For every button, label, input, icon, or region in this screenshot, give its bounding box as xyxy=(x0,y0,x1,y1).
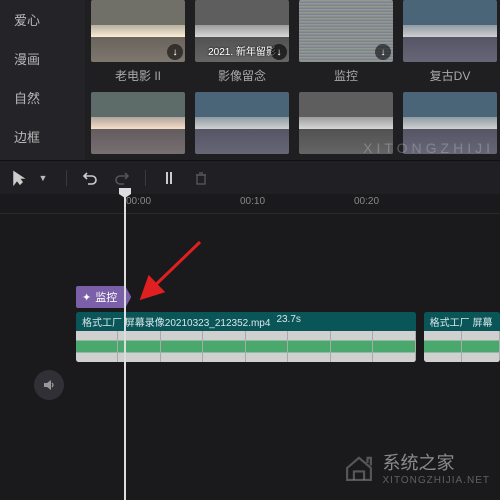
divider xyxy=(145,170,146,186)
divider xyxy=(66,170,67,186)
effect-thumb[interactable] xyxy=(403,0,497,62)
tick-label: 00:10 xyxy=(240,196,265,207)
redo-button[interactable] xyxy=(113,169,131,187)
video-track[interactable]: 格式工厂 屏幕录像20210323_212352.mp4 23.7s 格式工厂 … xyxy=(76,312,500,362)
effect-card-photo-memory[interactable]: 2021. 新年留影 ↓ 影像留念 xyxy=(195,0,289,84)
tick-label: 00:00 xyxy=(126,196,151,207)
effect-label: 复古DV xyxy=(430,67,471,84)
clip-duration: 23.7s xyxy=(276,314,300,329)
timeline-ruler[interactable]: 00:00 00:10 00:20 xyxy=(0,194,500,214)
effect-thumb[interactable] xyxy=(195,92,289,154)
video-clip-1[interactable]: 格式工厂 屏幕录像20210323_212352.mp4 23.7s xyxy=(76,312,416,362)
watermark-top: XITONGZHIJI xyxy=(363,140,494,156)
download-icon[interactable]: ↓ xyxy=(375,44,391,60)
sidebar-item-heart[interactable]: 爱心 xyxy=(0,0,85,39)
thumb-row: ↓ 老电影 II 2021. 新年留影 ↓ 影像留念 ↓ 监控 复古DV xyxy=(91,0,494,84)
clip-filename: 格式工厂 屏幕录像20210323_212352.mp4 xyxy=(82,314,270,329)
watermark-logo-icon xyxy=(341,451,377,485)
mute-button[interactable] xyxy=(34,370,64,400)
effect-card-old-film[interactable]: ↓ 老电影 II xyxy=(91,0,185,84)
clip-header: 格式工厂 屏幕 xyxy=(424,312,500,331)
clip-header: 格式工厂 屏幕录像20210323_212352.mp4 23.7s xyxy=(76,312,416,331)
annotation-arrow xyxy=(130,234,210,314)
effect-sparkle-icon: ✦ xyxy=(82,291,91,304)
chevron-down-icon[interactable]: ▼ xyxy=(34,169,52,187)
effect-thumb[interactable] xyxy=(91,92,185,154)
effect-thumb[interactable]: 2021. 新年留影 ↓ xyxy=(195,0,289,62)
clip-filename: 格式工厂 屏幕 xyxy=(430,314,493,329)
clip-filmstrip xyxy=(424,331,500,362)
watermark-bottom: 系统之家 XITONGZHIJIA.NET xyxy=(341,449,491,486)
split-button[interactable] xyxy=(160,169,178,187)
effect-label: 老电影 II xyxy=(115,67,161,84)
sidebar-item-comic[interactable]: 漫画 xyxy=(0,39,85,78)
sidebar-item-nature[interactable]: 自然 xyxy=(0,78,85,117)
effects-panel: 爱心 漫画 自然 边框 ↓ 老电影 II 2021. 新年留影 ↓ 影像留念 ↓ xyxy=(0,0,500,160)
effect-thumb[interactable]: ↓ xyxy=(299,0,393,62)
effects-grid: ↓ 老电影 II 2021. 新年留影 ↓ 影像留念 ↓ 监控 复古DV xyxy=(85,0,500,160)
sidebar-item-frame[interactable]: 边框 xyxy=(0,117,85,156)
select-tool-icon[interactable] xyxy=(10,169,28,187)
effect-card-monitor[interactable]: ↓ 监控 xyxy=(299,0,393,84)
effect-card-retro-dv[interactable]: 复古DV xyxy=(403,0,497,84)
tick-label: 00:20 xyxy=(354,196,379,207)
playhead[interactable] xyxy=(124,194,126,500)
effect-thumb[interactable]: ↓ xyxy=(91,0,185,62)
delete-button[interactable] xyxy=(192,169,210,187)
effect-label: 影像留念 xyxy=(218,67,266,84)
effects-sidebar: 爱心 漫画 自然 边框 xyxy=(0,0,85,160)
effect-clip[interactable]: ✦ 监控 xyxy=(76,286,125,308)
clip-filmstrip xyxy=(76,331,416,362)
timeline-toolbar: ▼ xyxy=(0,160,500,194)
effect-label: 监控 xyxy=(334,67,358,84)
watermark-cn: 系统之家 xyxy=(383,449,491,475)
download-icon[interactable]: ↓ xyxy=(271,44,287,60)
effect-clip-label: 监控 xyxy=(95,289,117,305)
undo-button[interactable] xyxy=(81,169,99,187)
video-clip-2[interactable]: 格式工厂 屏幕 xyxy=(424,312,500,362)
watermark-en: XITONGZHIJIA.NET xyxy=(383,475,491,486)
download-icon[interactable]: ↓ xyxy=(167,44,183,60)
